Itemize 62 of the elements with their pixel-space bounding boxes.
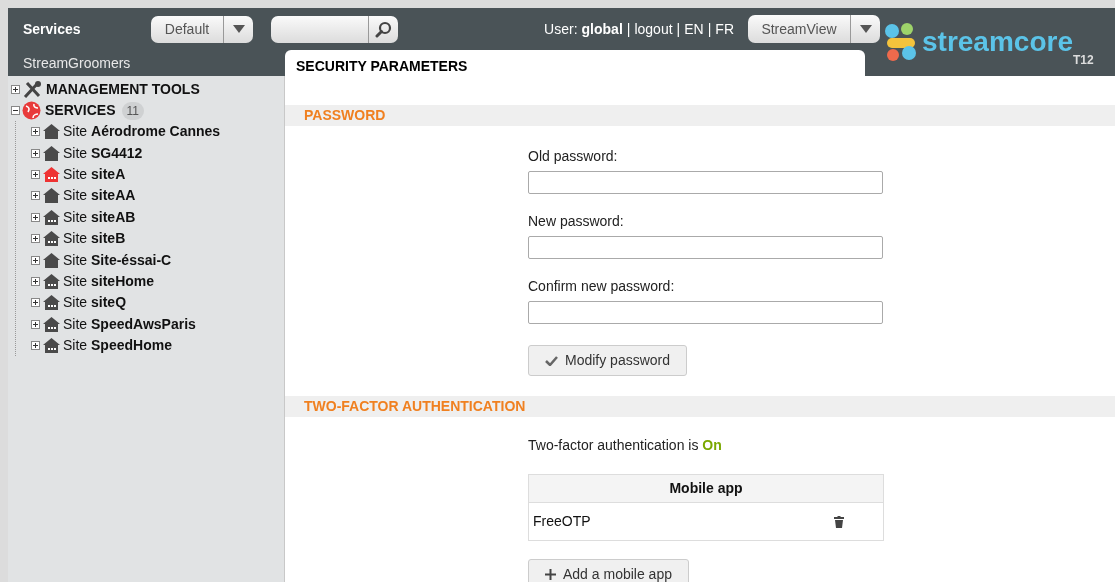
view-dropdown[interactable]: Default	[151, 15, 253, 43]
field-label: Confirm new password:	[528, 277, 676, 296]
tree-item[interactable]: Site siteAA	[63, 185, 136, 207]
tree-item[interactable]: Site siteB	[63, 228, 126, 250]
separator: |	[626, 19, 631, 39]
search-icon	[375, 20, 392, 38]
caret-icon	[859, 25, 872, 33]
tree-item[interactable]: Site siteAB	[63, 206, 136, 228]
header-title: Services	[23, 19, 82, 39]
header-subtitle: StreamGroomers	[23, 53, 132, 73]
tree-item[interactable]: Site SpeedHome	[63, 335, 172, 357]
tree-item[interactable]: SERVICES	[45, 100, 116, 121]
expand-toggle[interactable]	[31, 169, 40, 179]
header-link[interactable]: EN	[684, 18, 704, 40]
column-header: Mobile app	[528, 474, 884, 503]
tree-item[interactable]: Site siteA	[63, 163, 126, 185]
table-cell: FreeOTP	[528, 502, 834, 541]
tab[interactable]: SECURITY PARAMETERS	[285, 50, 865, 76]
tools-icon	[22, 81, 42, 98]
expand-toggle[interactable]	[31, 234, 40, 244]
tree-item[interactable]: Site SpeedAwsParis	[63, 313, 196, 335]
expand-toggle[interactable]	[31, 148, 40, 158]
expand-toggle[interactable]	[31, 298, 40, 308]
field-label: Old password:	[528, 147, 619, 166]
count-badge: 11	[121, 101, 144, 120]
tree-item[interactable]: Site siteQ	[63, 292, 127, 314]
plus-icon	[545, 569, 556, 580]
globe-icon	[22, 101, 41, 120]
separator: |	[676, 19, 681, 39]
tree-item[interactable]: Site Aérodrome Cannes	[63, 121, 221, 143]
password-field[interactable]	[528, 171, 883, 194]
header-link[interactable]: FR	[715, 18, 734, 40]
two-factor-status: Two-factor authentication is On	[528, 436, 723, 455]
password-field[interactable]	[528, 301, 883, 324]
user-name: global	[581, 19, 623, 39]
expand-toggle[interactable]	[31, 191, 40, 201]
header-link[interactable]: logout	[634, 18, 673, 40]
password-field[interactable]	[528, 236, 883, 259]
section-heading: TWO-FACTOR AUTHENTICATION	[285, 396, 1115, 417]
streamcore-logo: streamcore T12	[884, 21, 1094, 63]
caret-icon	[232, 25, 245, 33]
checkmark-icon	[545, 355, 558, 366]
collapse-toggle[interactable]	[11, 106, 20, 115]
user-label: User:	[544, 19, 578, 39]
expand-toggle[interactable]	[31, 276, 40, 286]
expand-toggle[interactable]	[11, 85, 20, 94]
modify-password-button[interactable]: Modify password	[528, 345, 688, 376]
trash-icon[interactable]	[833, 515, 844, 528]
expand-toggle[interactable]	[31, 319, 40, 329]
expand-toggle[interactable]	[31, 341, 40, 351]
separator: |	[707, 19, 712, 39]
section-heading: PASSWORD	[285, 105, 1115, 126]
add-app-button[interactable]: Add a mobile app	[528, 559, 689, 582]
tree-item[interactable]: Site Site-éssai-C	[63, 249, 172, 271]
expand-toggle[interactable]	[31, 255, 40, 265]
tree-item[interactable]: Site SG4412	[63, 142, 143, 164]
expand-toggle[interactable]	[31, 127, 40, 137]
tree-item[interactable]: Site siteHome	[63, 270, 155, 292]
app-dropdown[interactable]: StreamView	[748, 15, 880, 43]
tree-item[interactable]: MANAGEMENT TOOLS	[46, 79, 200, 100]
field-label: New password:	[528, 212, 625, 231]
expand-toggle[interactable]	[31, 212, 40, 222]
